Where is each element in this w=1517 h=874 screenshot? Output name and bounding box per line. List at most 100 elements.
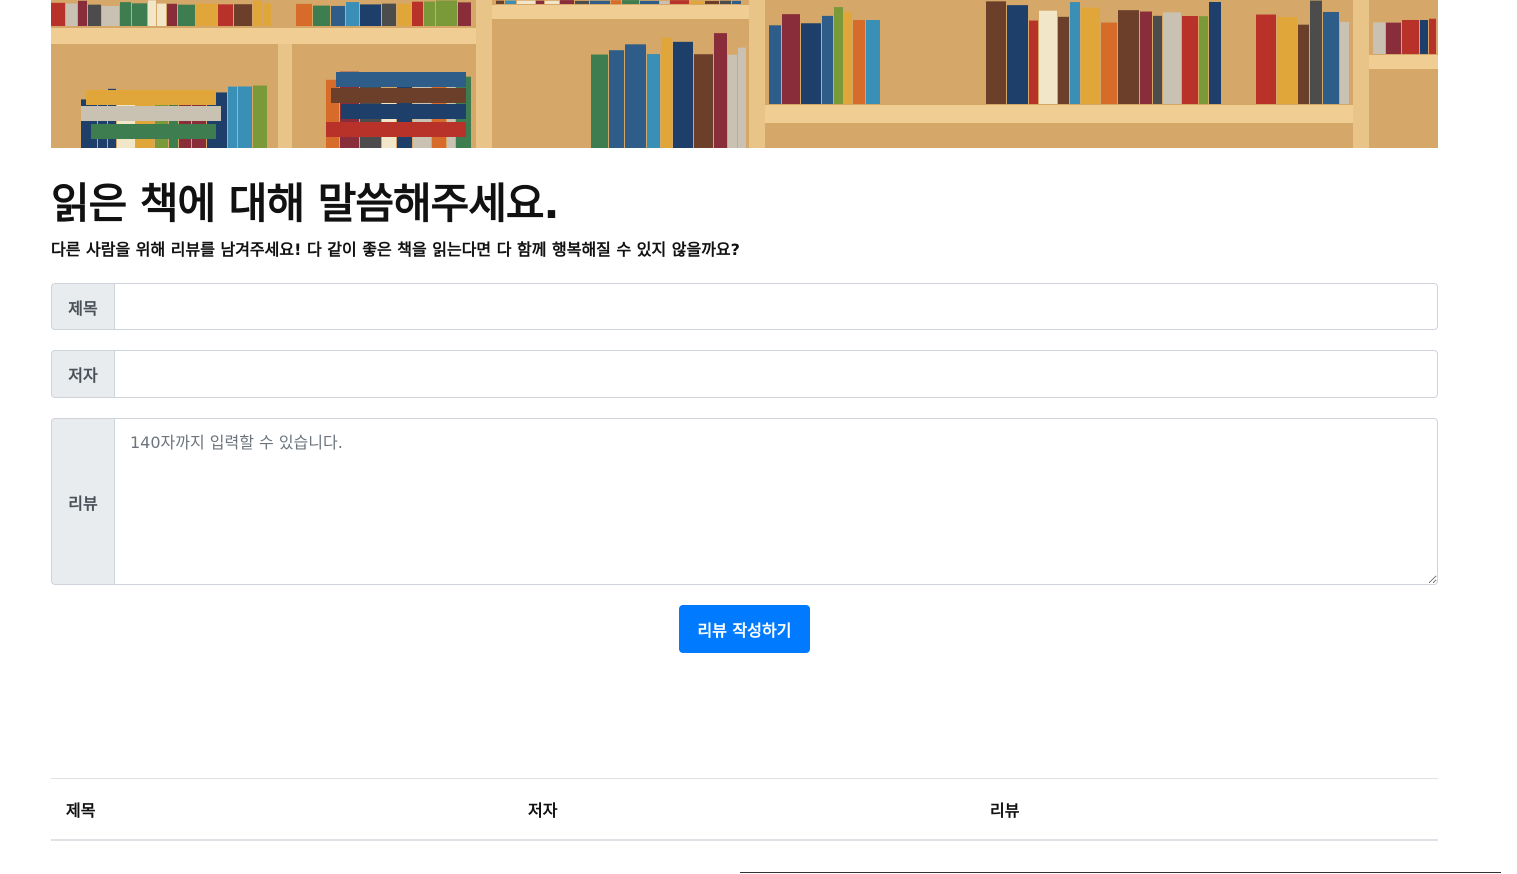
book-spine [622, 0, 639, 4]
book-spine [253, 85, 267, 148]
book-spine [625, 44, 646, 148]
book-spine [732, 0, 741, 4]
book-spine [253, 0, 262, 27]
stacked-book [341, 104, 466, 119]
book-spine [360, 4, 381, 26]
book-spine [1007, 5, 1028, 104]
book-spine [1429, 18, 1436, 54]
stacked-book [91, 124, 216, 139]
book-spine [1420, 20, 1428, 55]
title-input-group: 제목 [51, 283, 1438, 330]
book-spine [1081, 7, 1100, 105]
reviews-table: 제목 저자 리뷰 [51, 778, 1438, 841]
book-spine [78, 0, 87, 27]
book-spine [51, 2, 65, 26]
book-spine [1029, 20, 1038, 105]
book-spine [705, 0, 719, 4]
book-spine [424, 1, 435, 26]
book-spine [66, 3, 77, 26]
divider [740, 872, 1501, 873]
book-spine [866, 20, 880, 104]
book-spine [132, 3, 147, 27]
page: 읽은 책에 대해 말씀해주세요. 다른 사람을 위해 리뷰를 남겨주세요! 다 … [0, 0, 1517, 874]
book-spine [728, 54, 737, 148]
book-spine [844, 12, 852, 104]
table-header-row: 제목 저자 리뷰 [51, 778, 1438, 841]
stacked-book [86, 90, 216, 105]
book-spine [1386, 22, 1401, 54]
book-spine [1402, 19, 1419, 54]
book-spine [167, 3, 177, 27]
review-input-group: 리뷰 [51, 418, 1438, 585]
book-spine [102, 6, 119, 26]
book-spine [1199, 16, 1208, 104]
column-header-author: 저자 [513, 778, 975, 841]
book-spine [690, 0, 704, 4]
book-spine [782, 14, 800, 104]
author-label: 저자 [51, 350, 114, 398]
book-spine [1323, 11, 1339, 104]
book-spine [575, 0, 589, 5]
book-spine [714, 33, 727, 148]
page-subtitle: 다른 사람을 위해 리뷰를 남겨주세요! 다 같이 좋은 책을 읽는다면 다 함… [51, 240, 740, 259]
book-spine [560, 0, 574, 4]
book-spine [590, 0, 610, 5]
book-spine [591, 54, 608, 148]
book-spine [331, 5, 345, 26]
review-textarea[interactable] [114, 418, 1438, 585]
book-spine [1058, 16, 1069, 104]
book-spine [769, 25, 781, 105]
book-spine [1101, 22, 1117, 105]
book-spine [505, 0, 516, 4]
book-spine [382, 3, 396, 27]
author-input[interactable] [114, 350, 1438, 398]
stacked-book [331, 88, 466, 103]
book-spine [1310, 0, 1322, 105]
page-title: 읽은 책에 대해 말씀해주세요. [51, 179, 560, 228]
book-spine [263, 3, 271, 27]
book-spine [1153, 15, 1162, 104]
book-spine [496, 0, 504, 5]
submit-review-button[interactable]: 리뷰 작성하기 [679, 605, 810, 653]
column-header-title: 제목 [51, 778, 513, 841]
book-spine [313, 5, 330, 27]
book-spine [640, 0, 659, 5]
title-label: 제목 [51, 283, 114, 330]
title-input[interactable] [114, 283, 1438, 330]
book-spine [238, 86, 252, 148]
book-spine [738, 47, 746, 148]
book-spine [694, 54, 713, 148]
book-spine [1340, 21, 1349, 105]
book-spine [178, 4, 195, 27]
book-spine [1070, 2, 1080, 105]
book-spine [611, 0, 621, 5]
book-spine [670, 0, 689, 4]
book-spine [647, 54, 660, 148]
book-spine [1209, 1, 1221, 105]
book-spine [234, 4, 252, 26]
column-header-review: 리뷰 [975, 778, 1438, 841]
book-spine [397, 3, 411, 26]
book-spine [853, 19, 865, 105]
book-spine [720, 0, 731, 4]
book-spine [1298, 24, 1309, 104]
book-spine [1256, 14, 1276, 104]
book-spine [660, 0, 669, 4]
book-spine [196, 3, 217, 26]
book-spine [412, 1, 423, 27]
stacked-book [336, 72, 466, 87]
book-spine [296, 3, 312, 26]
book-spine [1140, 11, 1152, 104]
book-spine [609, 50, 624, 148]
book-spine [822, 15, 833, 105]
book-spine [661, 37, 672, 148]
banner-image [51, 0, 1438, 148]
book-spine [673, 41, 693, 148]
stacked-book [81, 106, 221, 121]
stacked-book [326, 122, 466, 137]
author-input-group: 저자 [51, 350, 1438, 398]
bookshelf-illustration [51, 0, 1438, 148]
book-spine [834, 7, 843, 105]
book-spine [346, 2, 359, 26]
book-spine [228, 86, 237, 148]
